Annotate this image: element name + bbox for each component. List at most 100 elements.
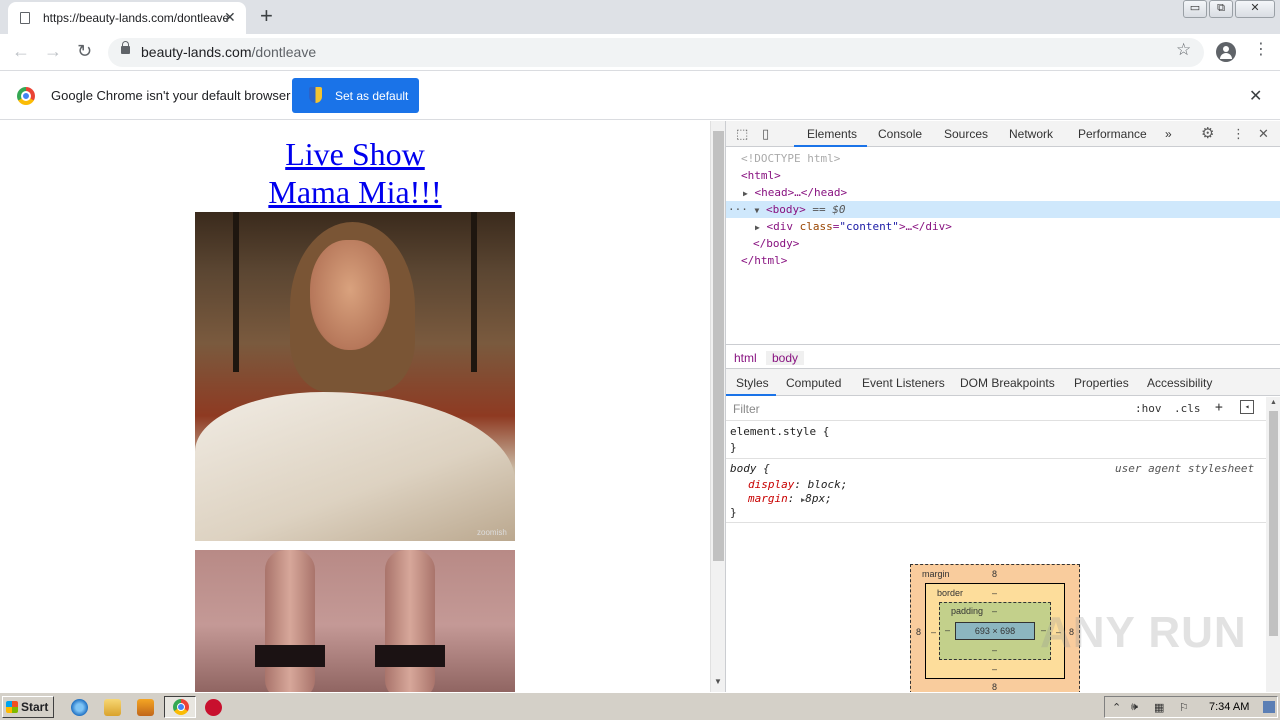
box-model-padding[interactable]: padding – – – – 693 × 698 xyxy=(939,602,1051,660)
tab-elements[interactable]: Elements xyxy=(807,127,857,141)
tab-performance[interactable]: Performance xyxy=(1078,127,1147,141)
inspect-element-icon[interactable]: ⬚ xyxy=(736,126,748,142)
address-bar[interactable]: beauty-lands.com/dontleave xyxy=(108,38,1204,67)
element-style-close: } xyxy=(730,441,737,454)
breadcrumb-html[interactable]: html xyxy=(734,351,757,365)
rule-display[interactable]: display: block; xyxy=(748,478,847,492)
settings-gear-icon[interactable]: ⚙ xyxy=(1201,124,1214,142)
window-close-button[interactable]: ✕ xyxy=(1235,0,1275,18)
subtab-styles[interactable]: Styles xyxy=(736,376,769,390)
body-rule-selector[interactable]: body { xyxy=(730,462,770,476)
show-desktop-icon[interactable] xyxy=(1263,701,1275,713)
styles-filter-input[interactable] xyxy=(730,400,1126,418)
file-explorer-icon[interactable] xyxy=(104,699,121,716)
minimize-button[interactable]: ▭ xyxy=(1183,0,1207,18)
page-viewport: Live Show Mama Mia!!! zoomish xyxy=(0,121,710,692)
tab-title: https://beauty-lands.com/dontleave xyxy=(43,11,230,25)
reload-icon[interactable]: ↻ xyxy=(77,41,92,61)
user-agent-stylesheet-label: user agent stylesheet xyxy=(1115,462,1255,475)
border-top-value[interactable]: – xyxy=(992,588,997,598)
page-image-2[interactable] xyxy=(195,550,515,692)
dom-line-html-close[interactable]: </html> xyxy=(726,252,1280,269)
margin-bottom-value[interactable]: 8 xyxy=(992,682,997,692)
action-center-flag-icon[interactable]: ⚐ xyxy=(1179,701,1189,714)
page-image-1[interactable]: zoomish xyxy=(195,212,515,541)
device-toolbar-icon[interactable]: ▯ xyxy=(762,126,769,142)
page-scrollbar-thumb[interactable] xyxy=(713,131,724,561)
dom-line-body-close[interactable]: </body> xyxy=(726,235,1280,252)
internet-explorer-icon[interactable] xyxy=(71,699,88,716)
collapse-body-icon[interactable]: ▼ xyxy=(755,206,760,215)
new-style-rule-icon[interactable]: + xyxy=(1215,400,1223,415)
more-tabs-icon[interactable]: » xyxy=(1165,127,1172,141)
chrome-logo-icon xyxy=(17,87,35,105)
class-toggle[interactable]: .cls xyxy=(1174,402,1201,415)
head-tag: <head>…</head> xyxy=(754,186,848,199)
subtab-properties[interactable]: Properties xyxy=(1074,376,1129,390)
hover-state-toggle[interactable]: :hov xyxy=(1135,402,1162,415)
url-text[interactable]: beauty-lands.com/dontleave xyxy=(141,44,316,60)
bookmark-star-icon[interactable]: ☆ xyxy=(1176,40,1191,60)
browser-tab[interactable]: https://beauty-lands.com/dontleave ✕ xyxy=(8,2,246,34)
mama-mia-link[interactable]: Mama Mia!!! xyxy=(0,173,710,211)
scroll-down-icon[interactable]: ▼ xyxy=(714,677,722,686)
profile-avatar-icon[interactable] xyxy=(1216,42,1236,62)
lock-icon[interactable] xyxy=(121,41,130,54)
margin-left-value[interactable]: 8 xyxy=(916,627,921,637)
breadcrumb-body[interactable]: body xyxy=(766,351,805,365)
media-player-icon[interactable] xyxy=(137,699,154,716)
live-show-link[interactable]: Live Show xyxy=(0,135,710,173)
toggle-sidebar-icon[interactable]: ◂ xyxy=(1240,400,1254,414)
tab-network[interactable]: Network xyxy=(1009,127,1053,141)
dom-line-doctype[interactable]: <!DOCTYPE html> xyxy=(726,150,1280,167)
tab-close-icon[interactable]: ✕ xyxy=(224,9,236,26)
start-button[interactable]: Start xyxy=(2,696,54,718)
set-as-default-button[interactable]: Set as default xyxy=(292,78,419,113)
styles-scroll-up-icon[interactable]: ▲ xyxy=(1270,399,1277,406)
taskbar-chrome-button[interactable] xyxy=(164,696,196,718)
image-bed-sheet xyxy=(195,392,515,541)
subtab-computed[interactable]: Computed xyxy=(786,376,841,390)
padding-left-value[interactable]: – xyxy=(945,625,950,635)
expand-div-icon[interactable]: ▶ xyxy=(755,223,760,232)
dom-line-html[interactable]: <html> xyxy=(726,167,1280,184)
subtab-accessibility[interactable]: Accessibility xyxy=(1147,376,1212,390)
div-attr-value: "content" xyxy=(839,220,899,233)
dom-more-icon[interactable]: ··· xyxy=(728,203,748,216)
dom-line-div[interactable]: ▶ <div class="content">…</div> xyxy=(726,218,1280,235)
image-caption: zoomish xyxy=(477,528,507,537)
rule-margin[interactable]: margin: ▶8px; xyxy=(748,492,832,507)
styles-scrollbar-thumb[interactable] xyxy=(1269,411,1278,636)
antivirus-icon[interactable] xyxy=(205,699,222,716)
devtools-close-icon[interactable]: ✕ xyxy=(1258,126,1269,142)
new-tab-button[interactable]: + xyxy=(260,4,273,28)
element-style-selector[interactable]: element.style { xyxy=(730,425,829,439)
infobar-close-icon[interactable]: ✕ xyxy=(1249,86,1262,106)
border-bottom-value[interactable]: – xyxy=(992,664,997,674)
devtools-menu-icon[interactable]: ⋮ xyxy=(1232,126,1245,142)
expand-head-icon[interactable]: ▶ xyxy=(743,189,748,198)
volume-icon[interactable]: 🕪 xyxy=(1131,701,1138,714)
tab-console[interactable]: Console xyxy=(878,127,922,141)
infobar-message: Google Chrome isn't your default browser xyxy=(51,88,291,103)
network-icon[interactable]: ▦ xyxy=(1154,701,1164,714)
chrome-menu-icon[interactable]: ⋮ xyxy=(1253,40,1269,60)
forward-icon[interactable]: → xyxy=(44,41,62,61)
tray-expand-icon[interactable]: ⌃ xyxy=(1112,701,1121,714)
box-model-content[interactable]: 693 × 698 xyxy=(955,622,1035,640)
tab-sources[interactable]: Sources xyxy=(944,127,988,141)
back-icon[interactable]: ← xyxy=(12,41,30,61)
page-scrollbar[interactable]: ▼ xyxy=(710,121,725,692)
dom-line-body[interactable]: ··· ▼ <body> == $0 xyxy=(726,201,1280,218)
styles-scrollbar[interactable]: ▲ xyxy=(1266,397,1280,692)
padding-bottom-value[interactable]: – xyxy=(992,645,997,655)
restore-button[interactable]: ⧉ xyxy=(1209,0,1233,18)
border-left-value[interactable]: – xyxy=(931,627,936,637)
margin-top-value[interactable]: 8 xyxy=(992,569,997,579)
padding-top-value[interactable]: – xyxy=(992,606,997,616)
system-clock[interactable]: 7:34 AM xyxy=(1209,701,1249,713)
dom-line-head[interactable]: ▶ <head>…</head> xyxy=(726,184,1280,201)
subtab-dom-breakpoints[interactable]: DOM Breakpoints xyxy=(960,376,1055,390)
prop-margin-name: margin xyxy=(748,492,788,505)
subtab-event-listeners[interactable]: Event Listeners xyxy=(862,376,945,390)
